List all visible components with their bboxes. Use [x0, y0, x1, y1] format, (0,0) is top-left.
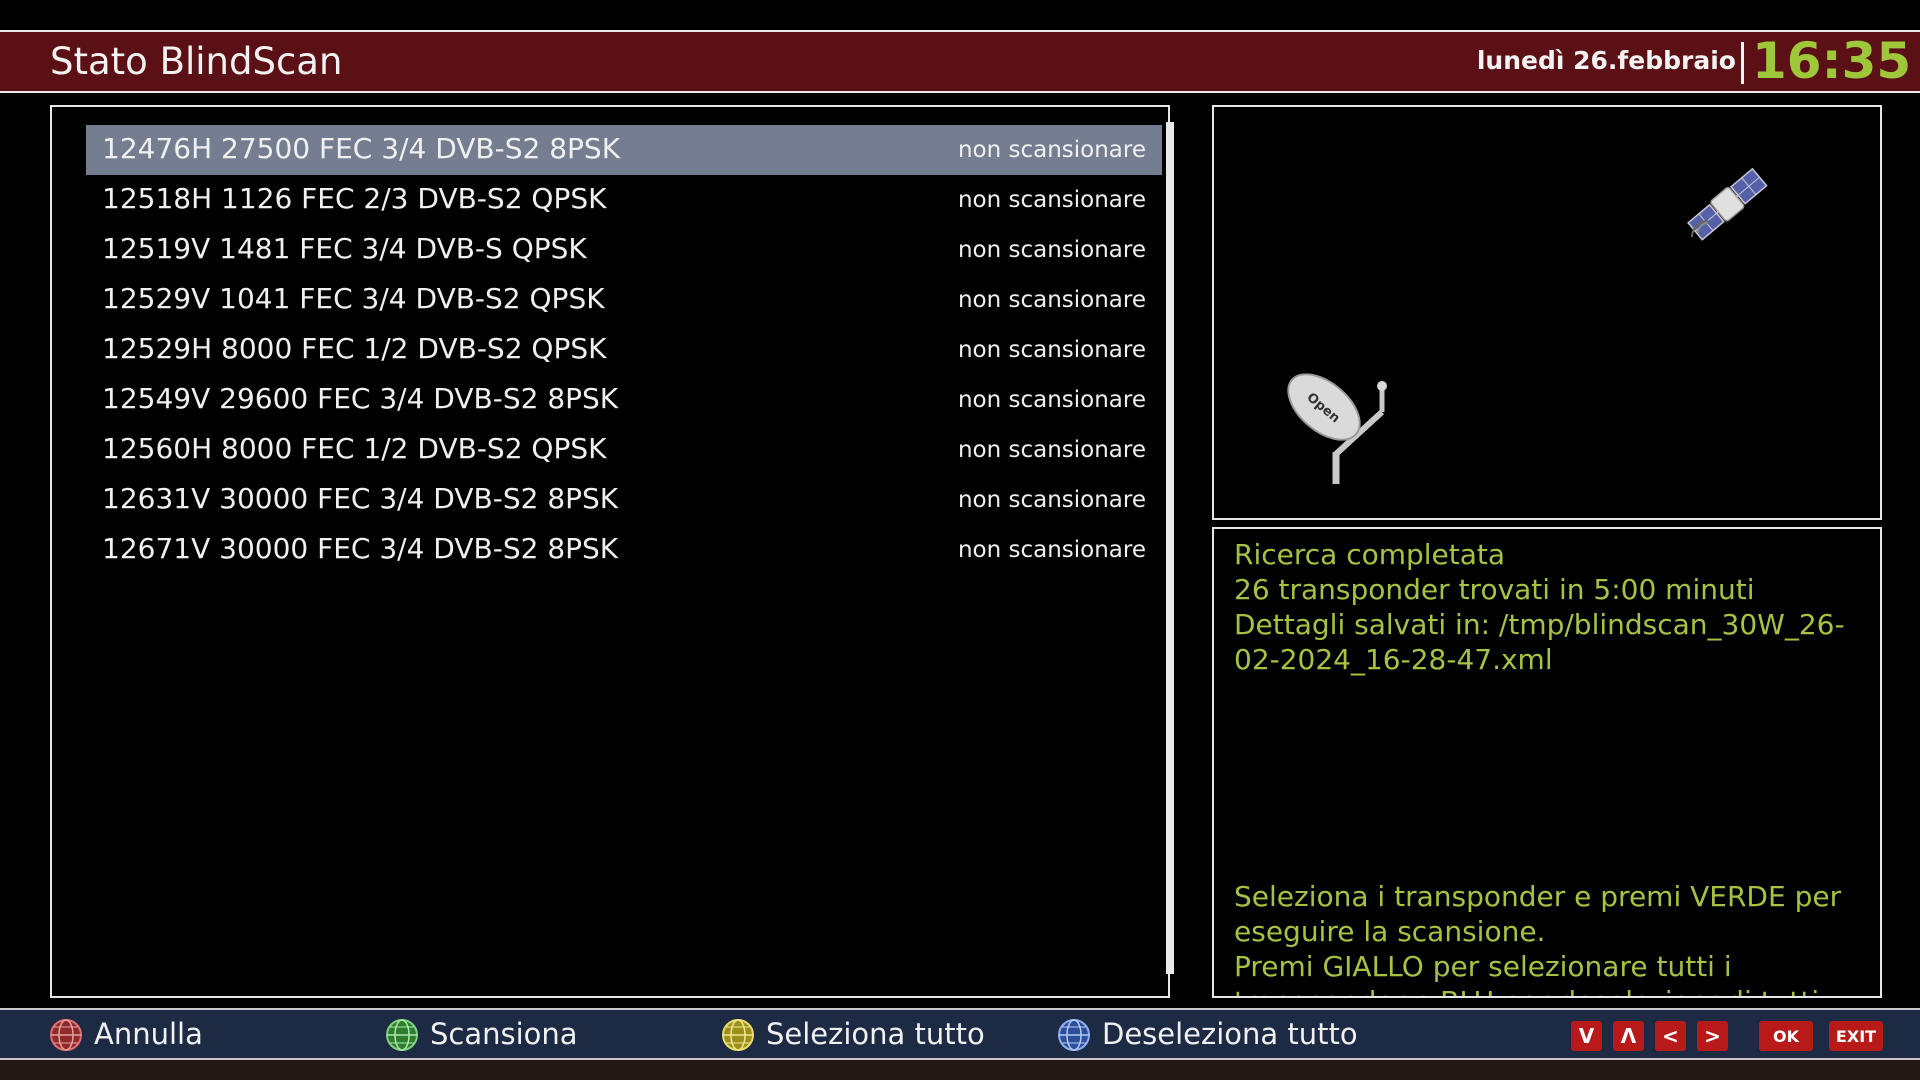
- deselect-all-label: Deseleziona tutto: [1102, 1017, 1358, 1051]
- key-left-button[interactable]: <: [1655, 1021, 1686, 1051]
- transponder-label: 12549V 29600 FEC 3/4 DVB-S2 8PSK: [102, 382, 619, 415]
- header-bar: Stato BlindScan lunedì 26.febbraio 16:35: [0, 30, 1920, 93]
- transponder-label: 12631V 30000 FEC 3/4 DVB-S2 8PSK: [102, 482, 619, 515]
- transponder-status: non scansionare: [957, 187, 1146, 213]
- header-separator: [1741, 42, 1744, 84]
- transponder-status: non scansionare: [957, 337, 1146, 363]
- red-button-icon: [50, 1019, 82, 1051]
- help-text: Seleziona i transponder e premi VERDE pe…: [1234, 879, 1864, 996]
- satellite-icon: [1687, 167, 1768, 241]
- scan-save-path: Dettagli salvati in: /tmp/blindscan_30W_…: [1234, 608, 1845, 676]
- transponder-status: non scansionare: [957, 437, 1146, 463]
- help-green: Seleziona i transponder e premi VERDE pe…: [1234, 880, 1842, 948]
- transponder-label: 12519V 1481 FEC 3/4 DVB-S QPSK: [102, 232, 587, 265]
- scan-info-panel: Ricerca completata 26 transponder trovat…: [1212, 527, 1882, 998]
- help-yellow-blue: Premi GIALLO per selezionare tutti i tra…: [1234, 950, 1828, 996]
- transponder-label: 12529V 1041 FEC 3/4 DVB-S2 QPSK: [102, 282, 605, 315]
- transponder-status: non scansionare: [957, 137, 1146, 163]
- select-all-label: Seleziona tutto: [766, 1017, 985, 1051]
- transponder-label: 12671V 30000 FEC 3/4 DVB-S2 8PSK: [102, 532, 619, 565]
- list-item[interactable]: 12518H 1126 FEC 2/3 DVB-S2 QPSK non scan…: [86, 175, 1162, 225]
- list-item[interactable]: 12631V 30000 FEC 3/4 DVB-S2 8PSK non sca…: [86, 475, 1162, 525]
- list-item[interactable]: 12476H 27500 FEC 3/4 DVB-S2 8PSK non sca…: [86, 125, 1162, 175]
- yellow-button-icon: [722, 1019, 754, 1051]
- list-item[interactable]: 12529H 8000 FEC 1/2 DVB-S2 QPSK non scan…: [86, 325, 1162, 375]
- transponder-status: non scansionare: [957, 537, 1146, 563]
- list-item[interactable]: 12519V 1481 FEC 3/4 DVB-S QPSK non scans…: [86, 225, 1162, 275]
- list-scrollbar[interactable]: [1166, 122, 1174, 974]
- transponder-status: non scansionare: [957, 387, 1146, 413]
- blue-button-icon: [1058, 1019, 1090, 1051]
- header-date: lunedì 26.febbraio: [1476, 46, 1736, 75]
- header-clock: 16:35: [1752, 32, 1912, 90]
- scan-count: 26 transponder trovati in 5:00 minuti: [1234, 573, 1755, 606]
- list-item[interactable]: 12560H 8000 FEC 1/2 DVB-S2 QPSK non scan…: [86, 425, 1162, 475]
- transponder-status: non scansionare: [957, 237, 1146, 263]
- scan-label: Scansiona: [430, 1017, 578, 1051]
- green-button-icon: [386, 1019, 418, 1051]
- key-up-button[interactable]: Λ: [1613, 1021, 1644, 1051]
- satellite-dish-icon: Open: [1287, 373, 1387, 484]
- transponder-status: non scansionare: [957, 287, 1146, 313]
- key-right-button[interactable]: >: [1697, 1021, 1728, 1051]
- list-item[interactable]: 12549V 29600 FEC 3/4 DVB-S2 8PSK non sca…: [86, 375, 1162, 425]
- transponder-label: 12476H 27500 FEC 3/4 DVB-S2 8PSK: [102, 132, 621, 165]
- footer-bar: Annulla Scansiona Seleziona tutto Desele…: [0, 1008, 1920, 1060]
- key-down-button[interactable]: V: [1571, 1021, 1602, 1051]
- transponder-label: 12560H 8000 FEC 1/2 DVB-S2 QPSK: [102, 432, 607, 465]
- scan-status: Ricerca completata: [1234, 538, 1506, 571]
- list-item[interactable]: 12671V 30000 FEC 3/4 DVB-S2 8PSK non sca…: [86, 525, 1162, 575]
- exit-button[interactable]: EXIT: [1829, 1021, 1883, 1051]
- transponder-list: 12476H 27500 FEC 3/4 DVB-S2 8PSK non sca…: [50, 105, 1170, 998]
- footer-shadow: [0, 1060, 1920, 1080]
- transponder-label: 12518H 1126 FEC 2/3 DVB-S2 QPSK: [102, 182, 607, 215]
- cancel-label: Annulla: [94, 1017, 203, 1051]
- scan-result-text: Ricerca completata 26 transponder trovat…: [1234, 537, 1864, 677]
- list-item[interactable]: 12529V 1041 FEC 3/4 DVB-S2 QPSK non scan…: [86, 275, 1162, 325]
- page-title: Stato BlindScan: [50, 40, 343, 83]
- scan-graphic-panel: Open: [1212, 105, 1882, 520]
- transponder-label: 12529H 8000 FEC 1/2 DVB-S2 QPSK: [102, 332, 607, 365]
- transponder-status: non scansionare: [957, 487, 1146, 513]
- ok-button[interactable]: OK: [1759, 1021, 1813, 1051]
